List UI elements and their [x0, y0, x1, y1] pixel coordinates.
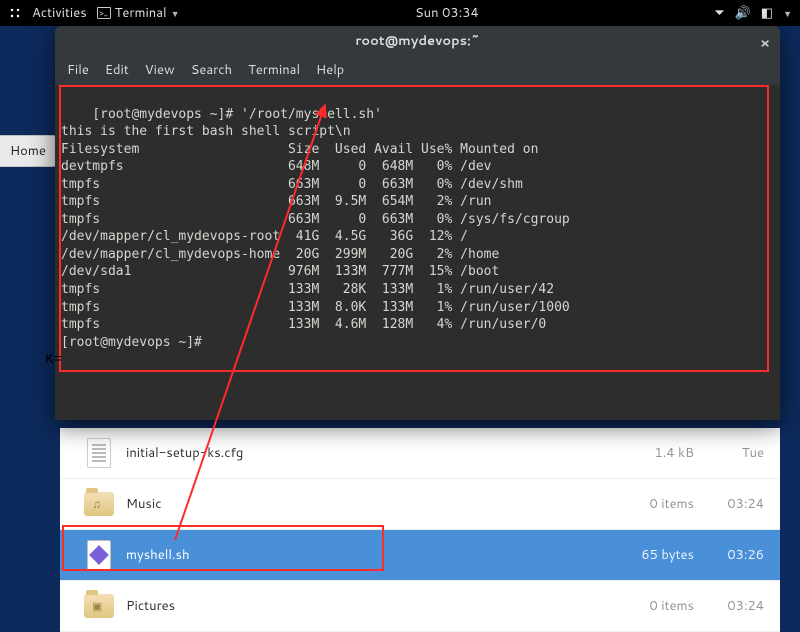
gnome-top-bar: Activities >_ Terminal ▼ Sun 03:34 ⏷ 🔊 ◧…	[0, 0, 800, 26]
menu-file[interactable]: File	[67, 61, 89, 79]
list-item[interactable]: initial-setup-ks.cfg 1.4 kB Tue	[60, 428, 780, 479]
terminal-titlebar[interactable]: root@mydevops:~ ×	[55, 26, 780, 56]
close-icon[interactable]: ×	[760, 33, 770, 53]
file-date: 03:26	[694, 546, 764, 564]
file-date: 03:24	[694, 495, 764, 513]
chevron-down-icon: ▼	[171, 7, 180, 20]
terminal-body[interactable]: [root@mydevops ~]# '/root/myshell.sh' th…	[55, 85, 780, 420]
terminal-title: root@mydevops:~	[355, 32, 479, 50]
menu-edit[interactable]: Edit	[105, 61, 129, 79]
activities-button[interactable]: Activities	[32, 4, 87, 22]
app-menu[interactable]: >_ Terminal ▼	[97, 4, 180, 22]
terminal-window: root@mydevops:~ × File Edit View Search …	[55, 26, 780, 420]
file-size: 1.4 kB	[604, 444, 694, 462]
menu-help[interactable]: Help	[316, 61, 344, 79]
battery-icon[interactable]: ◧	[761, 4, 773, 22]
document-icon	[84, 438, 114, 468]
folder-icon	[84, 489, 114, 519]
cursor-text-overlay: K=	[45, 352, 62, 368]
network-icon[interactable]: ⏷	[714, 4, 724, 22]
file-size: 65 bytes	[604, 546, 694, 564]
file-name: myshell.sh	[126, 546, 604, 564]
volume-icon[interactable]: 🔊	[735, 4, 751, 22]
terminal-output: [root@mydevops ~]# '/root/myshell.sh' th…	[61, 107, 570, 350]
app-name: Terminal	[115, 4, 167, 22]
list-item[interactable]: myshell.sh 65 bytes 03:26	[60, 530, 780, 581]
activities-icon	[8, 6, 22, 20]
script-icon	[84, 540, 114, 570]
file-date: Tue	[694, 444, 764, 462]
list-item[interactable]: Pictures 0 items 03:24	[60, 581, 780, 632]
files-list: initial-setup-ks.cfg 1.4 kB Tue Music 0 …	[60, 428, 780, 632]
home-button[interactable]: Home	[0, 135, 57, 167]
folder-icon	[84, 591, 114, 621]
menu-view[interactable]: View	[145, 61, 175, 79]
terminal-icon: >_	[97, 7, 111, 19]
menu-search[interactable]: Search	[191, 61, 232, 79]
chevron-down-icon: ▼	[783, 7, 792, 20]
menu-terminal[interactable]: Terminal	[248, 61, 300, 79]
file-size: 0 items	[604, 495, 694, 513]
terminal-menubar: File Edit View Search Terminal Help	[55, 56, 780, 85]
file-name: initial-setup-ks.cfg	[126, 444, 604, 462]
clock[interactable]: Sun 03:34	[415, 4, 479, 22]
file-name: Music	[126, 495, 604, 513]
list-item[interactable]: Music 0 items 03:24	[60, 479, 780, 530]
